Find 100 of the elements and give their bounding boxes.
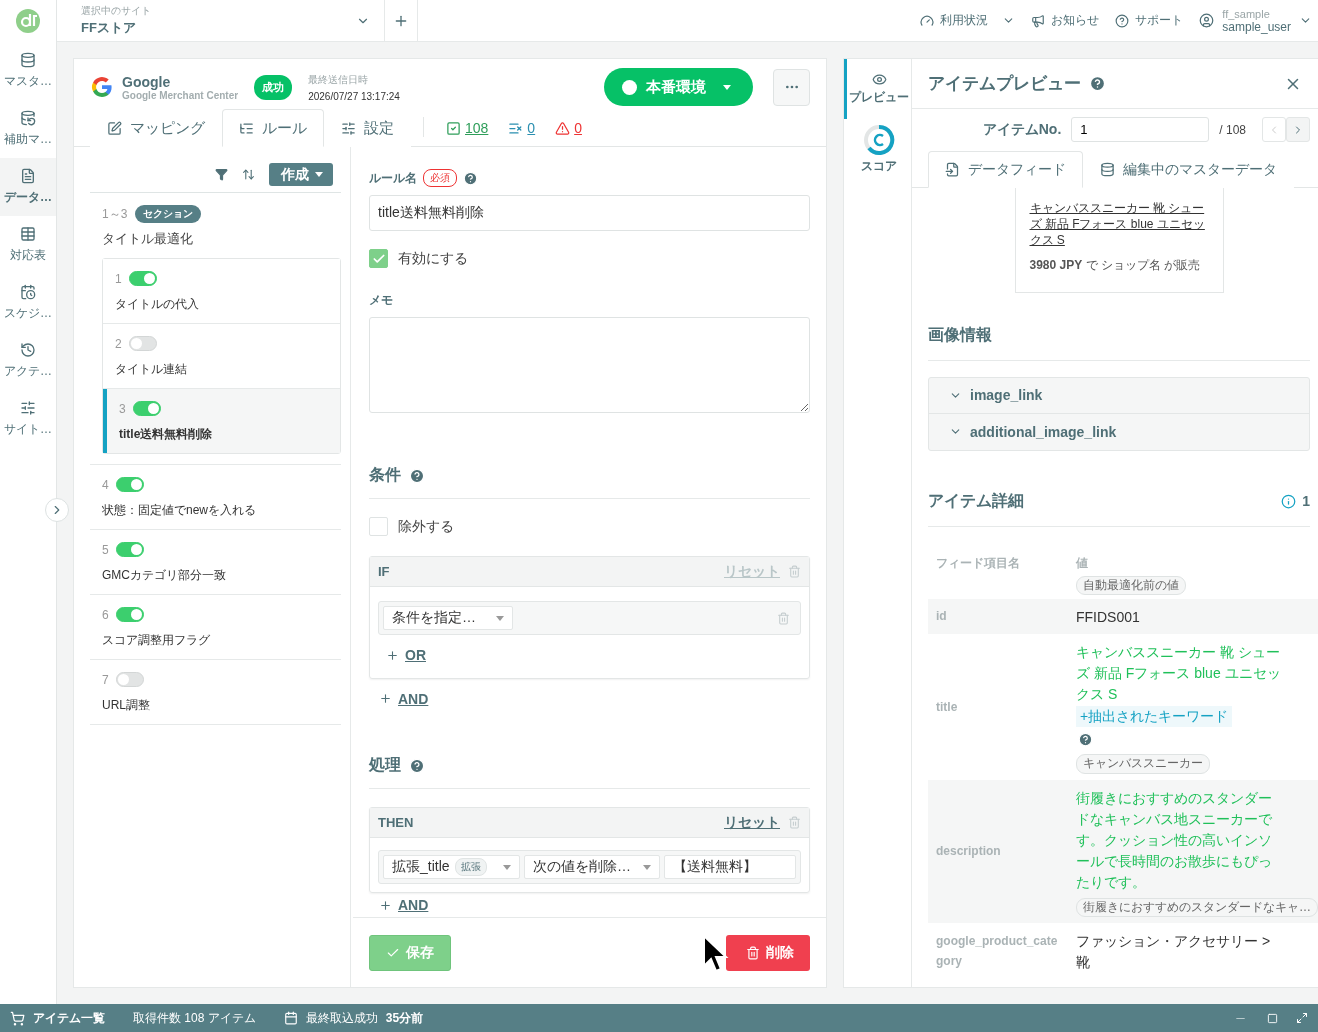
toggle-switch[interactable]: [115, 477, 144, 492]
warning-icon: [555, 120, 571, 136]
rule-name: GMCカテゴリ部分一致: [102, 568, 226, 582]
count-link[interactable]: 108: [446, 120, 489, 136]
document-icon: [945, 162, 960, 177]
checkbox-label: 除外する: [398, 517, 454, 536]
user-menu[interactable]: ff_sample sample_user: [1191, 0, 1318, 41]
field-select[interactable]: 拡張_title 拡張: [383, 855, 520, 879]
section-name: タイトル最適化: [102, 230, 194, 248]
section-heading: アイテム詳細: [928, 490, 1024, 511]
database-icon: [20, 110, 36, 126]
tab[interactable]: ルール: [222, 109, 324, 147]
toggle-switch[interactable]: [115, 672, 144, 687]
rule-number: 5: [102, 542, 109, 557]
panel-title: アイテムプレビュー: [928, 73, 1081, 95]
rule-item[interactable]: 1 タイトルの代入: [103, 259, 340, 324]
toggle-switch[interactable]: [128, 336, 157, 351]
check-square-icon: [446, 120, 461, 136]
trash-icon[interactable]: [788, 816, 801, 829]
sort-icon[interactable]: [242, 168, 255, 181]
rule-number: 3: [119, 401, 126, 416]
field-name-cell: description: [928, 779, 1076, 924]
value-field[interactable]: 【送料無料】: [664, 855, 796, 879]
delete-button[interactable]: 削除: [726, 934, 810, 971]
database-icon: [20, 52, 36, 68]
operation-select[interactable]: 次の値を削除…: [524, 855, 660, 879]
score-ring-icon: [863, 123, 895, 156]
eye-icon: [871, 72, 887, 87]
block-label: IF: [378, 564, 391, 579]
rule-number: 4: [102, 477, 109, 492]
previous-button[interactable]: [1262, 117, 1286, 142]
toggle-switch[interactable]: [128, 271, 157, 286]
tab[interactable]: データフィード: [928, 151, 1083, 188]
trash-icon[interactable]: [777, 611, 790, 625]
add-and-link[interactable]: AND: [379, 690, 429, 707]
sidebar-item[interactable]: アクテ…: [0, 332, 56, 390]
sidebar-item[interactable]: データ…: [0, 158, 56, 216]
side-tab[interactable]: プレビュー: [844, 59, 911, 119]
edit-icon: [107, 120, 122, 136]
toggle-switch[interactable]: [132, 401, 161, 416]
rule-name: スコア調整用フラグ: [102, 633, 210, 647]
feed-name: Google: [122, 73, 172, 90]
header-menu-item[interactable]: お知らせ: [1023, 0, 1108, 41]
create-button[interactable]: 作成: [269, 163, 333, 186]
last-import-label: 最終取込成功: [305, 1009, 378, 1027]
count-link[interactable]: 0: [555, 120, 582, 136]
accordion-item[interactable]: additional_image_link: [929, 413, 1309, 450]
trash-icon[interactable]: [788, 565, 801, 578]
rule-name: URL調整: [102, 698, 150, 712]
header-menu-item[interactable]: 利用状況: [912, 0, 1024, 41]
item-total: / 108: [1219, 122, 1246, 137]
filter-icon[interactable]: [215, 168, 228, 181]
document-icon: [20, 168, 36, 184]
add-and-link[interactable]: AND: [379, 897, 429, 913]
more-button[interactable]: [773, 68, 810, 106]
help-icon: [463, 170, 478, 186]
plus-icon: [379, 692, 392, 705]
memo-field[interactable]: [369, 317, 810, 413]
item-list-label[interactable]: アイテム一覧: [33, 1009, 105, 1027]
item-count: 取得件数 108 アイテム: [133, 1009, 256, 1027]
add-or-link[interactable]: OR: [386, 647, 426, 663]
condition-select[interactable]: 条件を指定…: [383, 606, 513, 630]
column-header: 値: [1076, 554, 1088, 572]
field-label: ルール名: [369, 169, 417, 187]
sidebar-item[interactable]: スケジ…: [0, 274, 56, 332]
help-icon: [409, 467, 425, 484]
sidebar-item[interactable]: 補助マ…: [0, 100, 56, 158]
calendar-icon: [283, 1011, 298, 1025]
cart-icon: [10, 1010, 25, 1026]
logo: [15, 8, 41, 34]
sidebar-item[interactable]: 対応表: [0, 216, 56, 274]
toggle-switch[interactable]: [115, 607, 144, 622]
expand-button[interactable]: [45, 498, 69, 522]
expand-icon[interactable]: [1296, 1012, 1308, 1024]
rule-name-field[interactable]: title送料無料削除: [369, 195, 810, 231]
checkbox[interactable]: [369, 517, 388, 536]
list-tree-icon: [239, 120, 254, 136]
trash-icon: [746, 945, 760, 960]
maximize-icon[interactable]: [1267, 1012, 1278, 1024]
field-name-cell: id: [928, 599, 1076, 635]
sidebar-item[interactable]: マスタ…: [0, 42, 56, 100]
checkbox[interactable]: [369, 249, 388, 268]
sidebar-item[interactable]: サイト…: [0, 390, 56, 448]
reset-link[interactable]: リセット: [724, 813, 780, 832]
price-line: 3980 JPY で ショップ名 が販売: [1029, 256, 1202, 274]
help-icon: [1115, 13, 1130, 28]
accordion-item[interactable]: image_link: [929, 377, 1309, 414]
plus-icon: [386, 648, 399, 662]
item-number-field[interactable]: 1: [1071, 117, 1210, 142]
product-title-link[interactable]: キャンバススニーカー 靴 シューズ 新品 Fフォース blue ユニセックス S: [1029, 200, 1209, 249]
rule-item[interactable]: 3 title送料無料削除: [103, 389, 340, 453]
note-tag: 自動最適化前の値: [1076, 575, 1186, 596]
sliders-icon: [341, 120, 356, 136]
toggle-switch[interactable]: [115, 542, 144, 557]
header-menu-item[interactable]: サポート: [1107, 0, 1192, 41]
section-heading: 処理: [369, 755, 401, 775]
count-link[interactable]: 0: [508, 120, 536, 136]
status-badge: 成功: [254, 74, 293, 100]
checkbox-label: 有効にする: [398, 249, 468, 268]
next-button[interactable]: [1286, 117, 1310, 142]
